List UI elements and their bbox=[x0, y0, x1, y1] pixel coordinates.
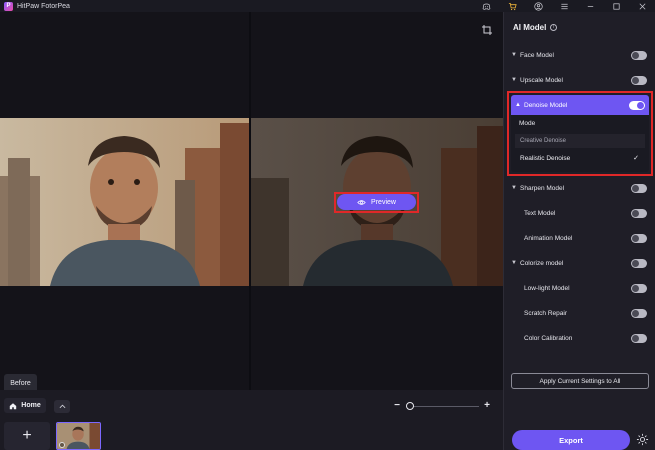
zoom-slider[interactable] bbox=[406, 406, 479, 407]
model-label: Text Model bbox=[524, 209, 556, 217]
model-row-denoise[interactable]: ▲ Denoise Model bbox=[511, 95, 649, 115]
animation-model-toggle[interactable] bbox=[631, 233, 647, 243]
image-thumbnail[interactable] bbox=[56, 422, 101, 450]
model-row-upscale[interactable]: ▼ Upscale Model bbox=[511, 73, 647, 87]
check-icon: ✓ bbox=[633, 155, 639, 162]
colorize-model-toggle[interactable] bbox=[631, 258, 647, 268]
mode-option-creative[interactable]: Creative Denoise bbox=[515, 134, 645, 148]
canvas-area: Before bbox=[0, 12, 503, 393]
app-logo: P bbox=[4, 1, 13, 11]
chevron-down-icon: ▼ bbox=[511, 185, 517, 191]
panel-title-text: AI Model bbox=[513, 23, 547, 32]
export-button[interactable]: Export bbox=[512, 430, 630, 450]
preview-button[interactable]: Preview bbox=[337, 194, 416, 210]
bottom-bar: Home − + + bbox=[0, 390, 503, 450]
model-label: Colorize model bbox=[520, 259, 564, 267]
text-model-toggle[interactable] bbox=[631, 208, 647, 218]
model-row-colorize[interactable]: ▼ Colorize model bbox=[511, 256, 647, 270]
mode-option-label: Realistic Denoise bbox=[520, 155, 571, 162]
home-button[interactable]: Home bbox=[4, 398, 46, 413]
apply-to-all-button[interactable]: Apply Current Settings to All bbox=[511, 373, 649, 389]
zoom-control: − + bbox=[392, 400, 492, 412]
discord-icon[interactable] bbox=[473, 0, 499, 12]
collapse-button[interactable] bbox=[54, 400, 70, 413]
home-icon bbox=[10, 402, 17, 409]
account-icon[interactable] bbox=[525, 0, 551, 12]
denoise-model-toggle[interactable] bbox=[629, 100, 645, 110]
model-label: Animation Model bbox=[524, 234, 573, 242]
model-label: Scratch Repair bbox=[524, 309, 567, 317]
eye-icon bbox=[357, 199, 366, 205]
titlebar-controls bbox=[473, 0, 655, 12]
title-bar: P HitPaw FotorPea bbox=[0, 0, 655, 12]
upscale-model-toggle[interactable] bbox=[631, 75, 647, 85]
model-label: Color Calibration bbox=[524, 334, 573, 342]
panel-title: AI Model i bbox=[513, 23, 558, 32]
maximize-icon[interactable] bbox=[603, 0, 629, 12]
chevron-up-icon bbox=[59, 404, 65, 409]
zoom-slider-handle[interactable] bbox=[406, 402, 414, 410]
lowlight-model-toggle[interactable] bbox=[631, 283, 647, 293]
model-row-sharpen[interactable]: ▼ Sharpen Model bbox=[511, 181, 647, 195]
model-label: Low-light Model bbox=[524, 284, 570, 292]
mode-option-realistic[interactable]: Realistic Denoise ✓ bbox=[515, 151, 645, 166]
original-pane bbox=[0, 12, 249, 390]
denoise-model-card: ▲ Denoise Model Mode Creative Denoise Re… bbox=[511, 95, 649, 172]
chevron-down-icon: ▼ bbox=[511, 77, 517, 83]
model-row-face[interactable]: ▼ Face Model bbox=[511, 48, 647, 62]
model-row-text[interactable]: Text Model bbox=[511, 206, 647, 220]
info-icon[interactable]: i bbox=[550, 24, 558, 31]
minimize-icon[interactable] bbox=[577, 0, 603, 12]
app-title: HitPaw FotorPea bbox=[17, 2, 70, 10]
menu-icon[interactable] bbox=[551, 0, 577, 12]
cart-icon[interactable] bbox=[499, 0, 525, 12]
color-calibration-toggle[interactable] bbox=[631, 333, 647, 343]
model-row-color-calibration[interactable]: Color Calibration bbox=[511, 331, 647, 345]
close-icon[interactable] bbox=[629, 0, 655, 12]
model-row-scratch-repair[interactable]: Scratch Repair bbox=[511, 306, 647, 320]
add-image-button[interactable]: + bbox=[4, 422, 50, 450]
model-row-lowlight[interactable]: Low-light Model bbox=[511, 281, 647, 295]
crop-icon[interactable] bbox=[481, 24, 493, 36]
face-model-toggle[interactable] bbox=[631, 50, 647, 60]
preview-label: Preview bbox=[371, 198, 396, 206]
original-photo bbox=[0, 118, 249, 286]
gear-icon[interactable] bbox=[636, 433, 649, 446]
mode-label: Mode bbox=[519, 120, 536, 127]
home-label: Home bbox=[21, 402, 41, 409]
model-label: Face Model bbox=[520, 51, 554, 59]
scratch-repair-toggle[interactable] bbox=[631, 308, 647, 318]
zoom-in-button[interactable]: + bbox=[482, 400, 492, 411]
chevron-up-icon: ▲ bbox=[515, 102, 521, 108]
chevron-down-icon: ▼ bbox=[511, 260, 517, 266]
model-label: Denoise Model bbox=[524, 101, 568, 109]
model-label: Upscale Model bbox=[520, 76, 563, 84]
chevron-down-icon: ▼ bbox=[511, 52, 517, 58]
sharpen-model-toggle[interactable] bbox=[631, 183, 647, 193]
model-row-animation[interactable]: Animation Model bbox=[511, 231, 647, 245]
zoom-out-button[interactable]: − bbox=[392, 400, 402, 411]
model-label: Sharpen Model bbox=[520, 184, 565, 192]
thumbnail-status-icon bbox=[59, 442, 65, 448]
